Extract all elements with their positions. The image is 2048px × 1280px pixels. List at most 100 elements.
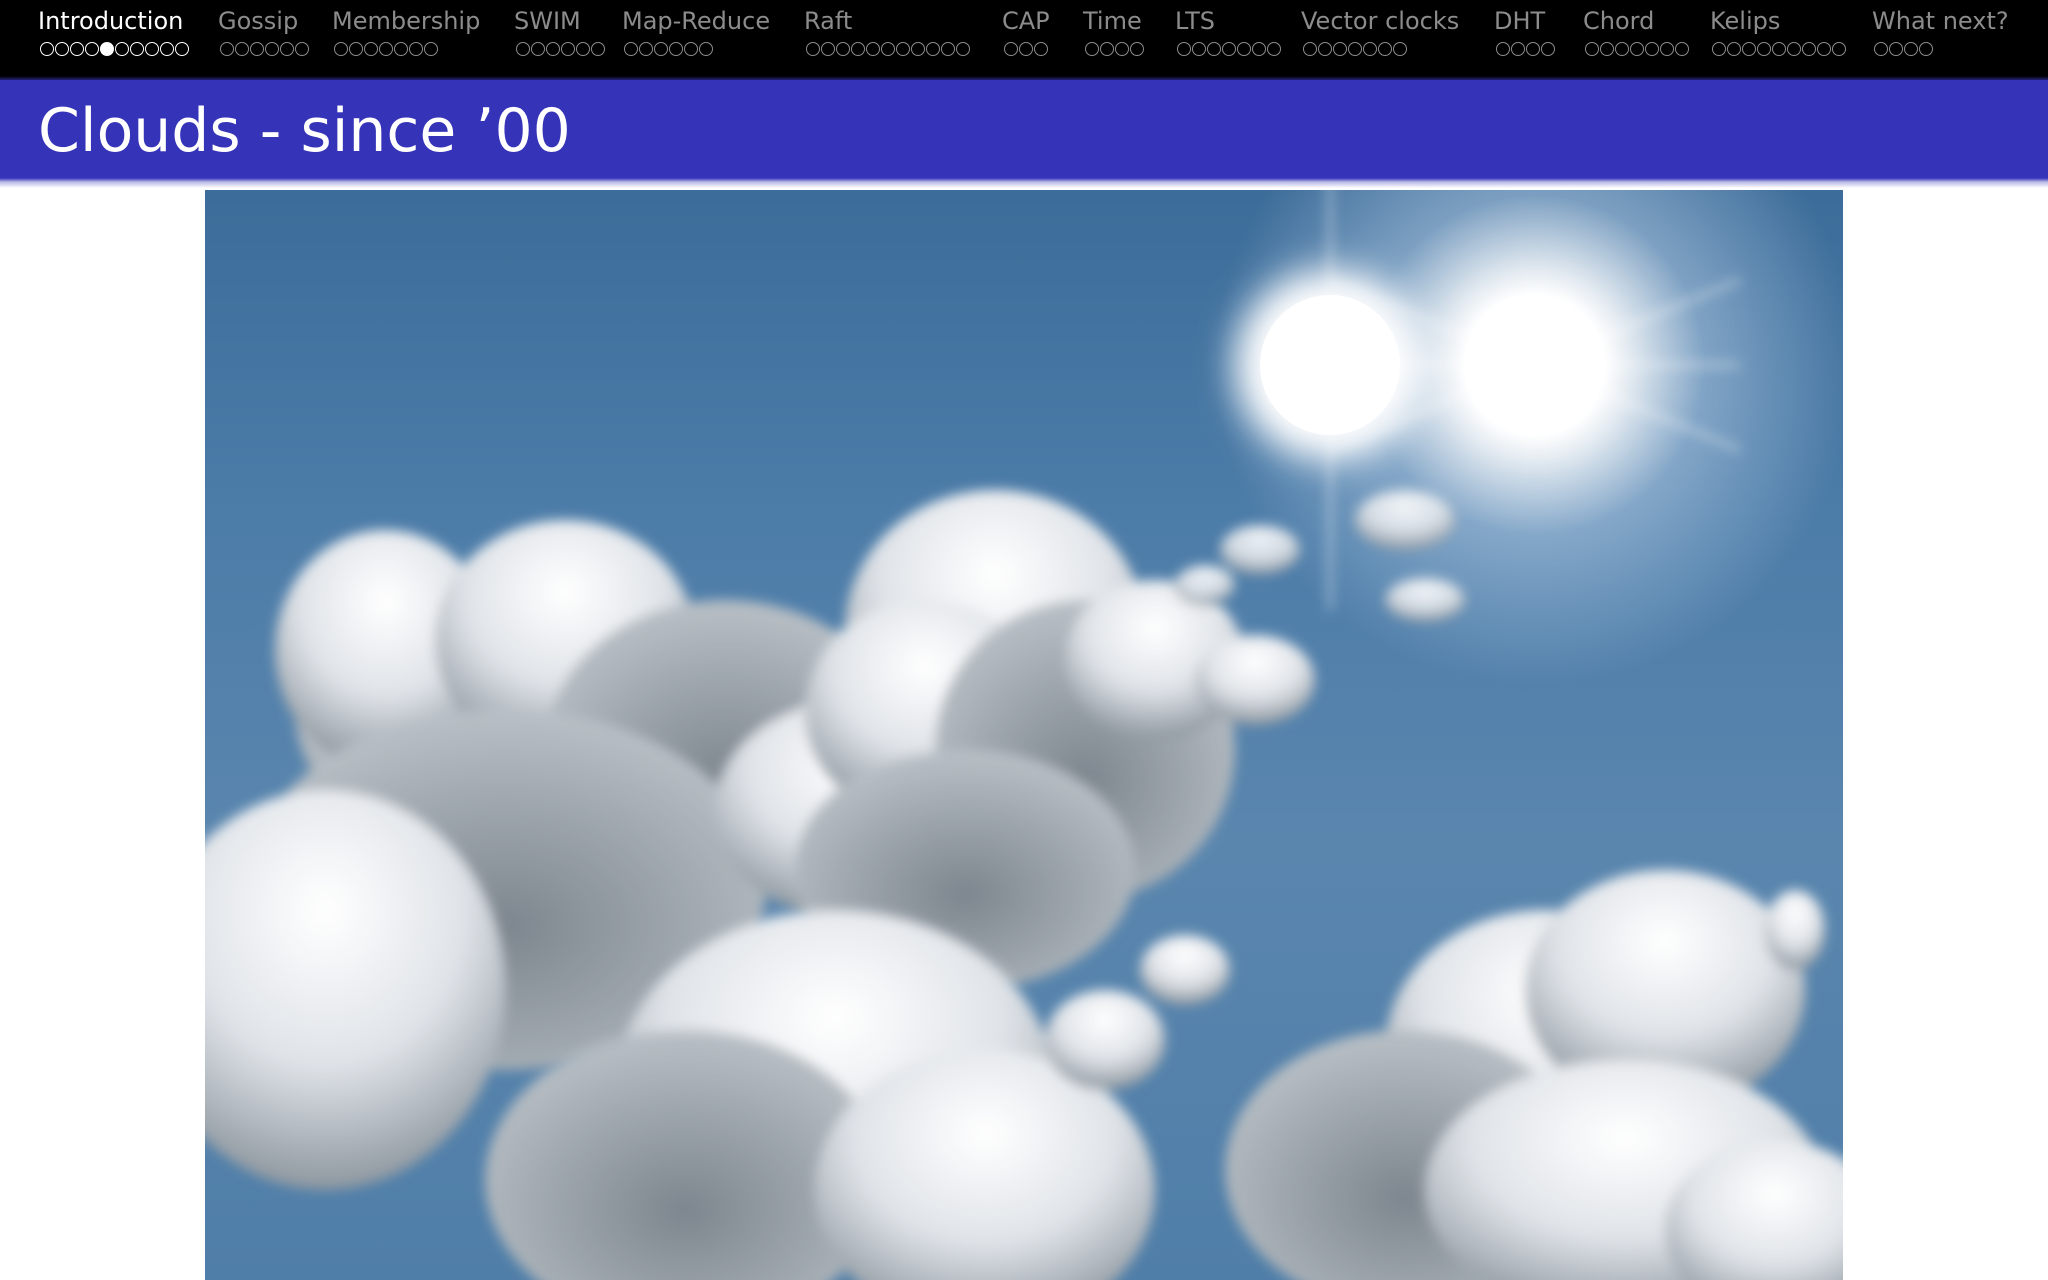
slide-dot[interactable]	[1615, 42, 1629, 56]
slide-dot[interactable]	[1645, 42, 1659, 56]
slide-dot[interactable]	[591, 42, 605, 56]
slide-dot[interactable]	[546, 42, 560, 56]
nav-section-lts[interactable]: LTS	[1175, 6, 1281, 56]
nav-section-what-next[interactable]: What next?	[1872, 6, 2009, 56]
nav-section-label[interactable]: What next?	[1872, 6, 2009, 36]
slide-dot[interactable]	[684, 42, 698, 56]
slide-dot[interactable]	[1832, 42, 1846, 56]
slide-dot[interactable]	[235, 42, 249, 56]
slide-dot[interactable]	[1192, 42, 1206, 56]
slide-dot[interactable]	[55, 42, 69, 56]
slide-dot[interactable]	[1393, 42, 1407, 56]
slide-dot[interactable]	[911, 42, 925, 56]
slide-dot[interactable]	[1333, 42, 1347, 56]
slide-dot[interactable]	[1874, 42, 1888, 56]
slide-dot[interactable]	[881, 42, 895, 56]
nav-section-label[interactable]: SWIM	[514, 6, 605, 36]
current-slide-dot[interactable]	[100, 42, 114, 56]
slide-dot[interactable]	[576, 42, 590, 56]
slide-dot[interactable]	[1004, 42, 1018, 56]
nav-section-label[interactable]: Membership	[332, 6, 480, 36]
nav-section-label[interactable]: Raft	[804, 6, 970, 36]
slide-dot[interactable]	[1802, 42, 1816, 56]
slide-dot[interactable]	[1660, 42, 1674, 56]
nav-section-label[interactable]: Gossip	[218, 6, 309, 36]
slide-dot[interactable]	[1177, 42, 1191, 56]
nav-section-label[interactable]: Map-Reduce	[622, 6, 770, 36]
slide-dot[interactable]	[1237, 42, 1251, 56]
slide-dot[interactable]	[379, 42, 393, 56]
slide-dot[interactable]	[160, 42, 174, 56]
slide-dot[interactable]	[115, 42, 129, 56]
slide-dot[interactable]	[409, 42, 423, 56]
nav-section-chord[interactable]: Chord	[1583, 6, 1689, 56]
slide-dot[interactable]	[1303, 42, 1317, 56]
nav-section-gossip[interactable]: Gossip	[218, 6, 309, 56]
slide-dot[interactable]	[531, 42, 545, 56]
nav-section-introduction[interactable]: Introduction	[38, 6, 189, 56]
slide-dot[interactable]	[1034, 42, 1048, 56]
slide-dot[interactable]	[175, 42, 189, 56]
slide-dot[interactable]	[1100, 42, 1114, 56]
slide-dot[interactable]	[145, 42, 159, 56]
nav-section-label[interactable]: Introduction	[38, 6, 189, 36]
slide-dot[interactable]	[1772, 42, 1786, 56]
nav-section-swim[interactable]: SWIM	[514, 6, 605, 56]
slide-dot[interactable]	[70, 42, 84, 56]
nav-section-label[interactable]: Kelips	[1710, 6, 1846, 36]
slide-dot[interactable]	[250, 42, 264, 56]
nav-section-cap[interactable]: CAP	[1002, 6, 1050, 56]
slide-dot[interactable]	[1675, 42, 1689, 56]
slide-dot[interactable]	[280, 42, 294, 56]
slide-dot[interactable]	[821, 42, 835, 56]
slide-dot[interactable]	[349, 42, 363, 56]
slide-dot[interactable]	[1889, 42, 1903, 56]
nav-section-raft[interactable]: Raft	[804, 6, 970, 56]
slide-dot[interactable]	[334, 42, 348, 56]
slide-dot[interactable]	[1496, 42, 1510, 56]
slide-dot[interactable]	[85, 42, 99, 56]
nav-section-map-reduce[interactable]: Map-Reduce	[622, 6, 770, 56]
slide-dot[interactable]	[1630, 42, 1644, 56]
slide-dot[interactable]	[1727, 42, 1741, 56]
slide-dot[interactable]	[1267, 42, 1281, 56]
nav-section-label[interactable]: Vector clocks	[1301, 6, 1459, 36]
nav-section-vector-clocks[interactable]: Vector clocks	[1301, 6, 1459, 56]
slide-dot[interactable]	[1541, 42, 1555, 56]
nav-section-label[interactable]: CAP	[1002, 6, 1050, 36]
slide-dot[interactable]	[1130, 42, 1144, 56]
slide-dot[interactable]	[1919, 42, 1933, 56]
slide-dot[interactable]	[1115, 42, 1129, 56]
slide-dot[interactable]	[1817, 42, 1831, 56]
slide-dot[interactable]	[1207, 42, 1221, 56]
slide-dot[interactable]	[295, 42, 309, 56]
slide-dot[interactable]	[1600, 42, 1614, 56]
slide-dot[interactable]	[1222, 42, 1236, 56]
slide-dot[interactable]	[1378, 42, 1392, 56]
slide-dot[interactable]	[1318, 42, 1332, 56]
nav-section-time[interactable]: Time	[1083, 6, 1144, 56]
slide-dot[interactable]	[1585, 42, 1599, 56]
slide-dot[interactable]	[639, 42, 653, 56]
slide-dot[interactable]	[956, 42, 970, 56]
slide-dot[interactable]	[1252, 42, 1266, 56]
slide-dot[interactable]	[265, 42, 279, 56]
slide-dot[interactable]	[1757, 42, 1771, 56]
slide-dot[interactable]	[866, 42, 880, 56]
slide-dot[interactable]	[1742, 42, 1756, 56]
nav-section-dht[interactable]: DHT	[1494, 6, 1555, 56]
slide-dot[interactable]	[699, 42, 713, 56]
slide-dot[interactable]	[1348, 42, 1362, 56]
slide-dot[interactable]	[220, 42, 234, 56]
slide-dot[interactable]	[654, 42, 668, 56]
slide-dot[interactable]	[1712, 42, 1726, 56]
slide-dot[interactable]	[561, 42, 575, 56]
slide-dot[interactable]	[1363, 42, 1377, 56]
slide-dot[interactable]	[806, 42, 820, 56]
slide-dot[interactable]	[1085, 42, 1099, 56]
slide-dot[interactable]	[424, 42, 438, 56]
slide-dot[interactable]	[836, 42, 850, 56]
slide-dot[interactable]	[896, 42, 910, 56]
slide-dot[interactable]	[851, 42, 865, 56]
slide-dot[interactable]	[364, 42, 378, 56]
